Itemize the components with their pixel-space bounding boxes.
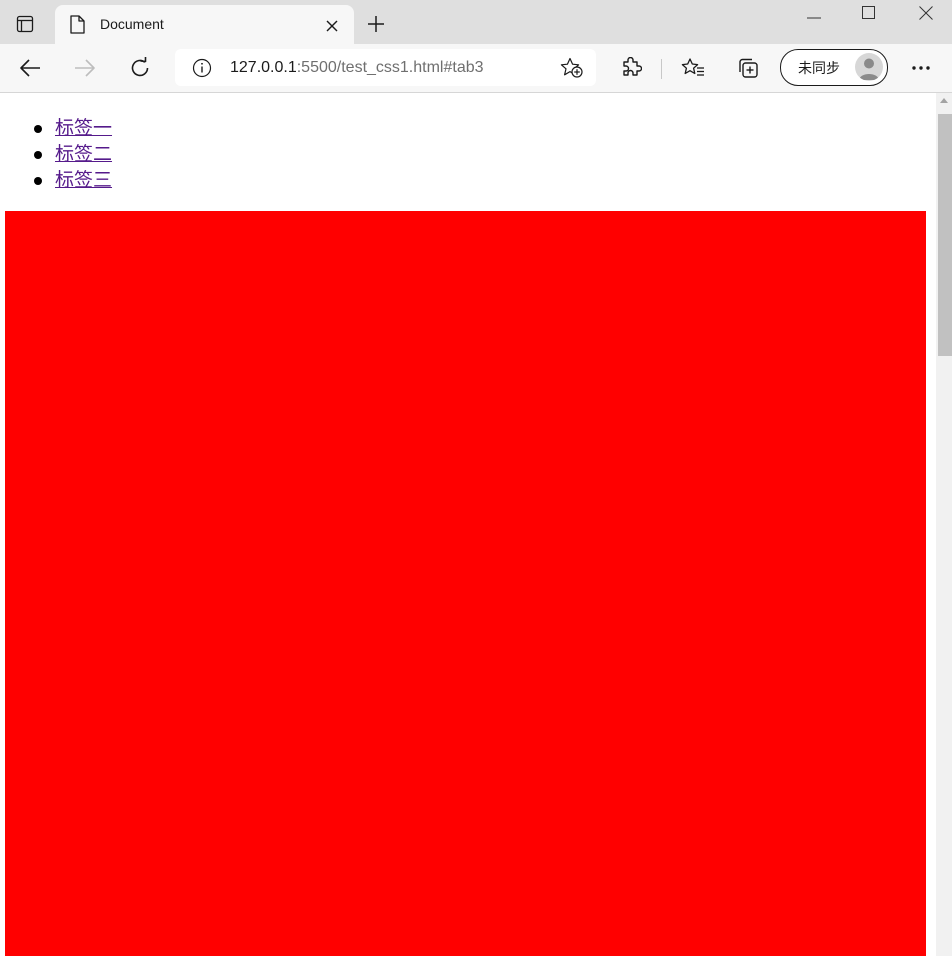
more-icon bbox=[912, 66, 930, 70]
list-item: 标签三 bbox=[34, 167, 112, 193]
list-item: 标签一 bbox=[34, 115, 112, 141]
link-tab-1[interactable]: 标签一 bbox=[55, 117, 112, 139]
minimize-button[interactable] bbox=[800, 0, 828, 26]
favorites-button[interactable] bbox=[679, 54, 707, 82]
tab-title: Document bbox=[100, 16, 164, 32]
close-icon bbox=[326, 20, 338, 32]
vertical-scrollbar[interactable] bbox=[936, 93, 952, 956]
favorites-icon bbox=[681, 58, 704, 76]
address-bar[interactable]: 127.0.0.1:5500/test_css1.html#tab3 bbox=[175, 49, 596, 86]
link-tab-3[interactable]: 标签三 bbox=[55, 169, 112, 191]
url-host: 127.0.0.1 bbox=[230, 59, 297, 76]
collections-button[interactable] bbox=[734, 54, 762, 82]
toolbar: 127.0.0.1:5500/test_css1.html#tab3 未同步 bbox=[0, 44, 952, 93]
avatar-person-icon bbox=[859, 58, 879, 80]
refresh-button[interactable] bbox=[126, 54, 154, 82]
browser-window: Document 127.0.0.1:5500/test_css1.html#t… bbox=[0, 0, 952, 956]
forward-button[interactable] bbox=[71, 54, 99, 82]
scroll-thumb[interactable] bbox=[938, 114, 952, 356]
window-close-icon bbox=[919, 6, 933, 20]
avatar bbox=[855, 53, 883, 81]
profile-sync-label: 未同步 bbox=[798, 60, 840, 76]
window-close-button[interactable] bbox=[912, 0, 940, 26]
list-item: 标签二 bbox=[34, 141, 112, 167]
toolbar-divider bbox=[661, 59, 662, 79]
back-button[interactable] bbox=[16, 54, 44, 82]
tab-actions-icon bbox=[16, 15, 34, 33]
scroll-up-arrow-icon[interactable] bbox=[940, 98, 948, 103]
bullet bbox=[34, 125, 42, 133]
tab-actions-button[interactable] bbox=[10, 11, 40, 37]
new-tab-button[interactable] bbox=[363, 11, 389, 37]
tab-document[interactable]: Document bbox=[55, 5, 354, 44]
tab-link-list: 标签一 标签二 标签三 bbox=[34, 115, 112, 193]
tab-strip: Document bbox=[0, 0, 952, 44]
plus-icon bbox=[368, 16, 384, 32]
bullet bbox=[34, 151, 42, 159]
tab-close-button[interactable] bbox=[323, 17, 341, 35]
refresh-icon bbox=[131, 57, 149, 77]
minimize-icon bbox=[807, 17, 821, 19]
url-path: :5500/test_css1.html#tab3 bbox=[296, 59, 484, 76]
url-text[interactable]: 127.0.0.1:5500/test_css1.html#tab3 bbox=[230, 58, 484, 78]
back-arrow-icon bbox=[20, 59, 40, 77]
profile-button[interactable]: 未同步 bbox=[780, 49, 888, 86]
tab-content-panel bbox=[5, 211, 926, 956]
extensions-button[interactable] bbox=[617, 54, 645, 82]
extensions-icon bbox=[623, 57, 642, 76]
collections-icon bbox=[739, 58, 758, 78]
bullet bbox=[34, 177, 42, 185]
info-icon[interactable] bbox=[192, 58, 212, 78]
link-tab-2[interactable]: 标签二 bbox=[55, 143, 112, 165]
more-button[interactable] bbox=[907, 54, 935, 82]
maximize-button[interactable] bbox=[855, 0, 883, 26]
maximize-icon bbox=[862, 6, 875, 19]
favorite-add-icon[interactable] bbox=[560, 57, 584, 79]
forward-arrow-icon bbox=[75, 59, 95, 77]
document-icon bbox=[70, 15, 85, 34]
page-viewport: 标签一 标签二 标签三 bbox=[0, 93, 936, 956]
